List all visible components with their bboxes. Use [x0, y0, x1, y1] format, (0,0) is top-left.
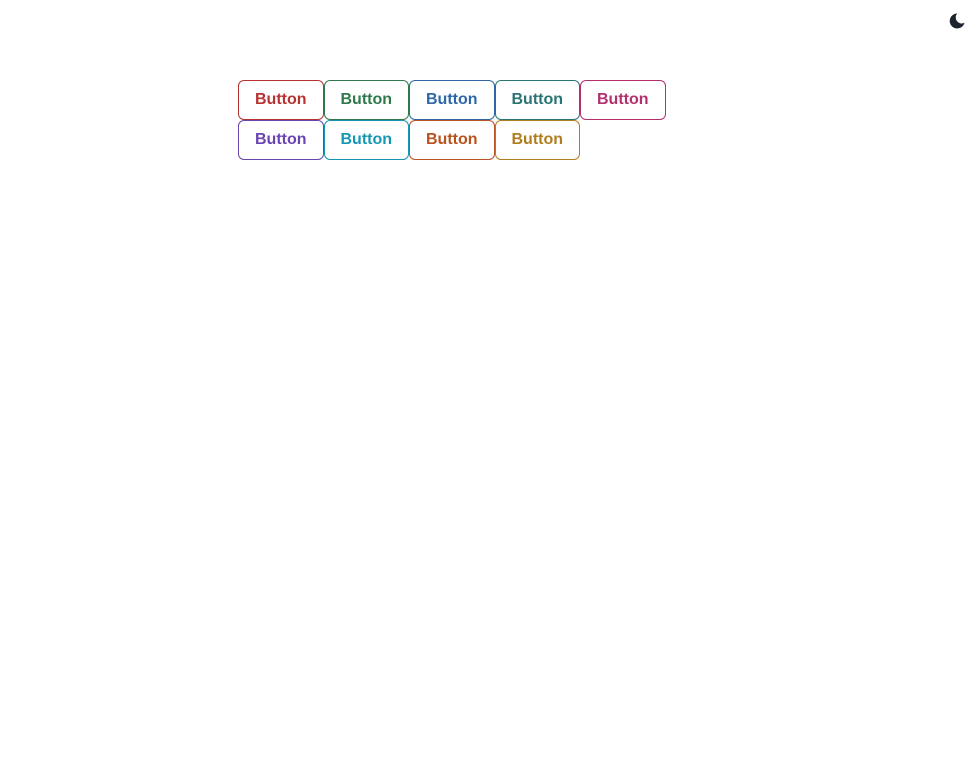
- outline-button-purple[interactable]: Button: [238, 120, 324, 160]
- outline-button-cyan[interactable]: Button: [323, 120, 409, 160]
- outline-button-red[interactable]: Button: [238, 80, 324, 120]
- outline-button-green[interactable]: Button: [323, 80, 409, 120]
- outline-button-pink[interactable]: Button: [580, 80, 666, 120]
- outline-button-blue[interactable]: Button: [409, 80, 495, 120]
- page: Button Button Button Button Button Butto…: [0, 0, 977, 768]
- theme-toggle-button[interactable]: [945, 9, 969, 33]
- outline-button-yellow[interactable]: Button: [494, 120, 580, 160]
- outline-button-orange[interactable]: Button: [409, 120, 495, 160]
- moon-icon: [949, 13, 965, 29]
- outline-button-teal[interactable]: Button: [494, 80, 580, 120]
- button-grid: Button Button Button Button Button Butto…: [238, 80, 668, 160]
